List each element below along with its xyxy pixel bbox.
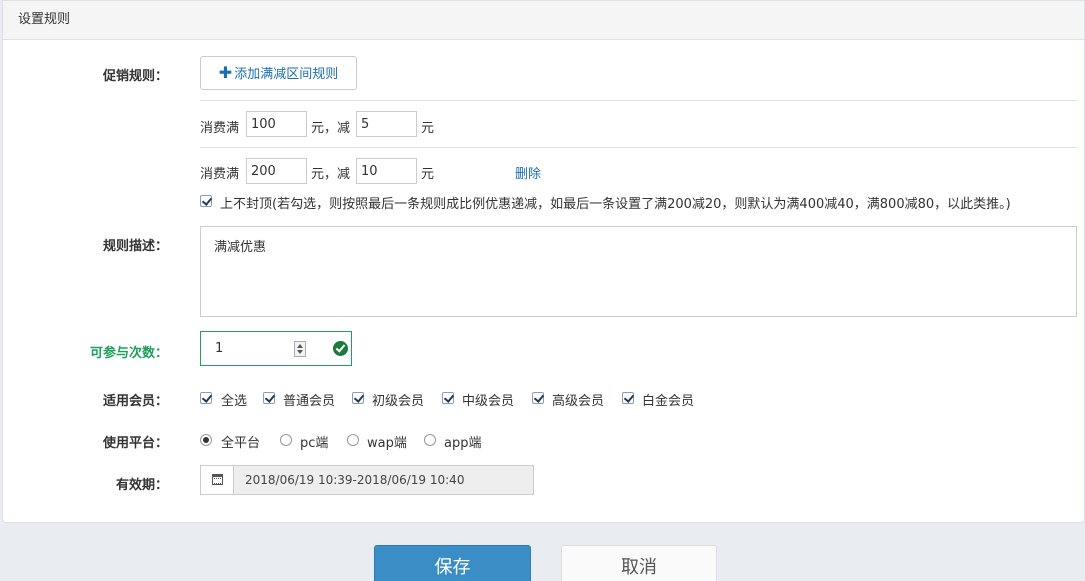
description-label: 规则描述： <box>102 239 168 254</box>
no-cap-label: 上不封顶(若勾选，则按照最后一条规则成比例优惠递减，如最后一条设置了满200减2… <box>220 197 1011 212</box>
member-option-regular: 普通会员 <box>283 394 336 409</box>
member-checkbox-regular[interactable] <box>263 392 275 404</box>
plus-icon: ✚ <box>218 63 233 82</box>
rule-2-threshold-input[interactable] <box>246 158 307 184</box>
add-range-rule-label: 添加满减区间规则 <box>234 67 339 82</box>
panel-title: 设置规则 <box>3 1 1084 40</box>
rule-2-suffix: 元 <box>421 167 435 182</box>
member-checkbox-all[interactable] <box>200 392 212 404</box>
member-option-senior: 高级会员 <box>552 394 605 409</box>
member-option-platinum: 白金会员 <box>642 394 695 409</box>
arrow-up-icon[interactable] <box>297 344 303 348</box>
platform-option-all: 全平台 <box>221 436 261 451</box>
calendar-icon <box>212 474 223 485</box>
platform-option-pc: pc端 <box>300 436 329 451</box>
description-textarea[interactable]: 满减优惠 <box>200 226 1077 317</box>
stepper-arrows[interactable] <box>294 341 306 357</box>
promo-rule-label: 促销规则： <box>102 69 168 84</box>
member-checkbox-platinum[interactable] <box>622 392 634 404</box>
rule-1-threshold-input[interactable] <box>246 111 307 137</box>
validity-value: 2018/06/19 10:39-2018/06/19 10:40 <box>245 473 465 487</box>
save-button[interactable]: 保存 <box>374 545 531 581</box>
rule-1-prefix: 消费满 <box>200 121 240 136</box>
check-circle-icon <box>333 341 348 356</box>
member-option-junior: 初级会员 <box>372 394 425 409</box>
platform-label: 使用平台： <box>102 436 168 451</box>
add-range-rule-button[interactable]: ✚ 添加满减区间规则 <box>200 56 357 90</box>
no-cap-checkbox[interactable] <box>200 195 212 207</box>
members-label: 适用会员： <box>102 394 168 409</box>
rule-1-suffix: 元 <box>421 121 435 136</box>
rule-2-discount-input[interactable] <box>356 158 417 184</box>
validity-label: 有效期： <box>115 478 168 493</box>
participation-value: 1 <box>215 341 224 356</box>
member-checkbox-middle[interactable] <box>442 392 454 404</box>
member-checkbox-senior[interactable] <box>532 392 544 404</box>
platform-radio-all[interactable] <box>200 434 212 446</box>
rule-2-mid: 元，减 <box>311 167 351 182</box>
participation-label: 可参与次数： <box>89 346 168 361</box>
arrow-down-icon[interactable] <box>297 350 303 354</box>
participation-stepper[interactable]: 1 <box>200 331 352 366</box>
platform-radio-pc[interactable] <box>280 434 292 446</box>
member-checkbox-junior[interactable] <box>352 392 364 404</box>
rule-1-discount-input[interactable] <box>356 111 417 137</box>
validity-date-range-input[interactable]: 2018/06/19 10:39-2018/06/19 10:40 <box>200 465 534 495</box>
rule-2-prefix: 消费满 <box>200 167 240 182</box>
rule-1-mid: 元，减 <box>311 121 351 136</box>
platform-option-app: app端 <box>444 436 482 451</box>
member-option-all: 全选 <box>221 394 248 409</box>
cancel-button[interactable]: 取消 <box>561 545 717 581</box>
platform-radio-wap[interactable] <box>347 434 359 446</box>
member-option-middle: 中级会员 <box>462 394 515 409</box>
divider <box>200 147 1077 148</box>
platform-radio-app[interactable] <box>424 434 436 446</box>
platform-option-wap: wap端 <box>367 436 407 451</box>
calendar-button[interactable] <box>201 466 234 494</box>
rule-settings-panel: 设置规则 促销规则： ✚添加满减区间规则 消费满 元，减 元 消费满 元，减 元… <box>2 0 1085 523</box>
divider <box>200 100 1077 101</box>
description-value: 满减优惠 <box>214 240 267 255</box>
delete-rule-link[interactable]: 删除 <box>515 163 541 182</box>
